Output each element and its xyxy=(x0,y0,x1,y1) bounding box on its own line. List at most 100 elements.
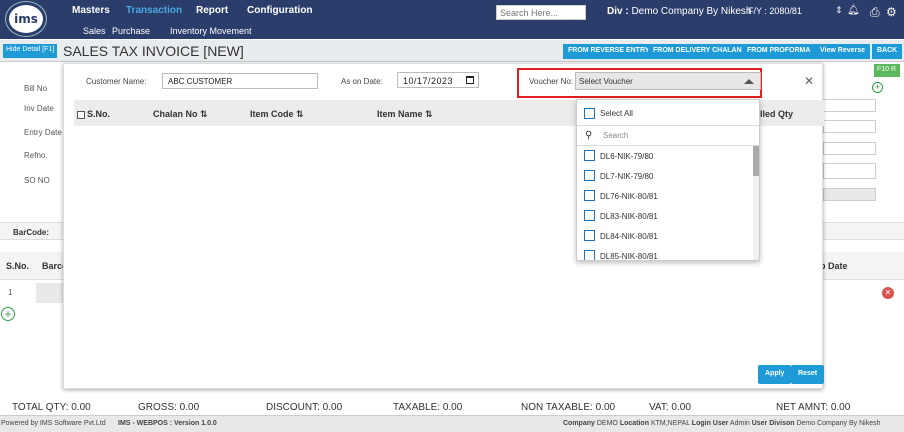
from-proforma-button[interactable]: FROM PROFORMA xyxy=(742,44,816,59)
global-search-input[interactable]: Search Here... xyxy=(496,5,586,20)
reset-button[interactable]: Reset xyxy=(791,365,825,384)
login-user-label: Login User xyxy=(691,420,729,427)
grid-header-filled-qty: lled Qty xyxy=(760,109,794,119)
delete-row-icon[interactable]: ✕ xyxy=(882,287,894,299)
scrollbar-thumb[interactable] xyxy=(753,146,759,176)
grid-header-exp-date: p Date xyxy=(820,261,848,271)
add-icon-small[interactable]: + xyxy=(872,82,883,93)
totals-bar: TOTAL QTY: 0.00 GROSS: 0.00 DISCOUNT: 0.… xyxy=(0,400,904,415)
logo-text: ims xyxy=(14,12,38,26)
select-all-checkbox[interactable] xyxy=(584,108,595,119)
dropdown-search-input[interactable]: Search xyxy=(603,131,628,140)
subnav-sales[interactable]: Sales xyxy=(83,26,106,36)
subnav-purchase[interactable]: Purchase xyxy=(112,26,150,36)
bill-no-label: Bill No xyxy=(24,84,48,93)
nav-report[interactable]: Report xyxy=(196,5,228,16)
list-item[interactable]: DL85-NIK-80/81 xyxy=(577,246,753,261)
item-checkbox[interactable] xyxy=(584,230,595,241)
top-nav-bar: Masters Transaction Report Configuration… xyxy=(0,0,904,25)
net-amount-total: NET AMNT: 0.00 xyxy=(776,402,851,413)
bell-icon[interactable]: 🔔︎ xyxy=(847,5,860,16)
division-label: Div : xyxy=(607,6,629,17)
dropdown-scrollbar[interactable] xyxy=(753,146,759,260)
f10-button[interactable]: F10 R xyxy=(874,64,900,77)
customer-name-label: Customer Name: xyxy=(86,77,147,86)
gross-total: GROSS: 0.00 xyxy=(138,402,200,413)
sub-nav-bar: Sales Purchase Inventory Movement xyxy=(0,25,904,39)
row-sno: 1 xyxy=(8,288,13,297)
list-item[interactable]: DL83-NIK-80/81 xyxy=(577,206,753,226)
back-button[interactable]: BACK xyxy=(872,44,903,59)
user-division-value: Demo Company By Nikesh xyxy=(796,420,881,427)
view-reverse-button[interactable]: View Reverse xyxy=(815,44,871,59)
status-footer: Powered by IMS Software Pvt.Ltd IMS - WE… xyxy=(0,415,904,432)
item-checkbox[interactable] xyxy=(584,170,595,181)
item-checkbox[interactable] xyxy=(584,210,595,221)
so-no-label: SO NO xyxy=(24,176,50,185)
grid-header-sno: S.No. xyxy=(6,261,30,271)
bg-input-2[interactable] xyxy=(823,120,876,133)
item-label: DL85-NIK-80/81 xyxy=(600,252,658,261)
location-value: KTM,NEPAL xyxy=(650,420,690,427)
gear-icon[interactable]: ⚙ xyxy=(886,5,897,19)
select-all-rows-checkbox[interactable] xyxy=(77,110,85,119)
from-delivery-chalan-button[interactable]: FROM DELIVERY CHALAN xyxy=(648,44,747,59)
fy-switch-icon[interactable]: ⇕ xyxy=(835,5,843,16)
ims-logo[interactable]: ims xyxy=(6,2,46,36)
login-user-value: Admin xyxy=(729,420,750,427)
chevron-up-icon xyxy=(744,79,754,84)
bg-input-1[interactable] xyxy=(823,99,876,112)
page-title: SALES TAX INVOICE [NEW] xyxy=(63,43,244,59)
discount-total: DISCOUNT: 0.00 xyxy=(266,402,343,413)
item-checkbox[interactable] xyxy=(584,150,595,161)
grid-header-item-code[interactable]: Item Code ⇅ xyxy=(250,109,304,120)
customer-name-field[interactable]: ABC CUSTOMER xyxy=(162,73,318,89)
non-taxable-total: NON TAXABLE: 0.00 xyxy=(521,402,616,413)
refno-label: Refno. xyxy=(24,151,48,160)
from-reverse-entry-button[interactable]: FROM REVERSE ENTRY xyxy=(563,44,655,59)
version-text: IMS - WEBPOS : Version 1.0.0 xyxy=(118,420,217,427)
division-value: Demo Company By Nikesh xyxy=(631,6,752,17)
taxable-total: TAXABLE: 0.00 xyxy=(393,402,463,413)
item-label: DL83-NIK-80/81 xyxy=(600,212,658,221)
user-division-label: User Divison xyxy=(751,420,795,427)
nav-transaction[interactable]: Transaction xyxy=(126,5,182,16)
grid-header-item-name[interactable]: Item Name ⇅ xyxy=(377,109,433,120)
item-label: DL6-NIK-79/80 xyxy=(600,152,654,161)
close-icon[interactable]: ✕ xyxy=(804,74,814,88)
voucher-select[interactable]: Select Voucher xyxy=(575,72,761,90)
nav-configuration[interactable]: Configuration xyxy=(247,5,313,16)
search-icon: ⚲ xyxy=(585,130,593,141)
list-item[interactable]: DL76-NIK-80/81 xyxy=(577,186,753,206)
item-checkbox[interactable] xyxy=(584,190,595,201)
vat-total: VAT: 0.00 xyxy=(649,402,691,413)
company-label: Company xyxy=(563,420,595,427)
nav-masters[interactable]: Masters xyxy=(72,5,110,16)
row-barcode-cell[interactable] xyxy=(36,283,66,303)
list-item[interactable]: DL7-NIK-79/80 xyxy=(577,166,753,186)
footer-session-info: Company DEMO Location KTM,NEPAL Login Us… xyxy=(563,420,881,427)
hide-detail-button[interactable]: Hide Detail [F1] xyxy=(3,44,58,58)
select-all-option[interactable]: Select All xyxy=(577,100,759,126)
entry-date-label: Entry Date xyxy=(24,128,62,137)
subnav-inventory-movement[interactable]: Inventory Movement xyxy=(170,26,252,36)
calendar-icon[interactable] xyxy=(466,76,474,84)
item-checkbox[interactable] xyxy=(584,250,595,260)
apply-button[interactable]: Apply xyxy=(758,365,792,384)
add-row-icon[interactable]: + xyxy=(1,307,15,321)
dropdown-search[interactable]: ⚲ Search xyxy=(577,126,759,146)
as-on-date-value: 10/17/2023 xyxy=(403,76,454,86)
bg-textarea[interactable] xyxy=(823,163,876,179)
select-all-label: Select All xyxy=(600,109,633,118)
grid-header-chalan-no[interactable]: Chalan No ⇅ xyxy=(153,109,208,120)
as-on-date-field[interactable]: 10/17/2023 xyxy=(397,72,479,88)
bg-input-3[interactable] xyxy=(823,142,876,155)
list-item[interactable]: DL84-NIK-80/81 xyxy=(577,226,753,246)
location-label: Location xyxy=(619,420,649,427)
company-value: DEMO xyxy=(596,420,618,427)
voucher-select-value: Select Voucher xyxy=(579,77,633,86)
grid-header-sno-col: S.No. xyxy=(77,109,110,119)
list-item[interactable]: DL6-NIK-79/80 xyxy=(577,146,753,166)
printer-icon[interactable]: ⎙ xyxy=(870,5,880,20)
item-label: DL84-NIK-80/81 xyxy=(600,232,658,241)
